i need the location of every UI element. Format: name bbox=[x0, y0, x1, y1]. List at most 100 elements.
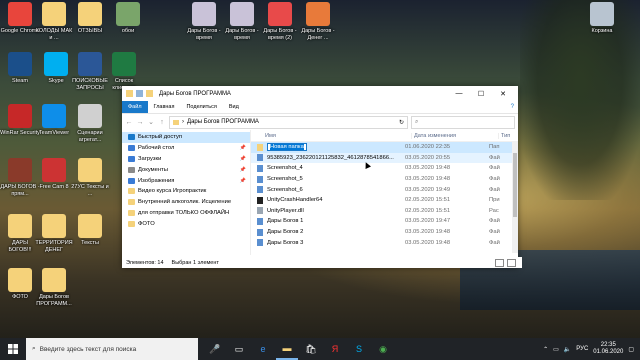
desktop-icon[interactable]: 27УС Тексты и ... bbox=[70, 158, 110, 197]
minimize-button[interactable]: — bbox=[448, 90, 470, 98]
wallpaper-trees bbox=[520, 0, 640, 200]
help-icon[interactable]: ? bbox=[511, 104, 518, 110]
nav-item[interactable]: Изображения 📌 bbox=[122, 175, 250, 186]
desktop-icon-label: Free Cam 8 bbox=[39, 184, 69, 190]
tab-view[interactable]: Вид bbox=[223, 101, 245, 113]
network-icon[interactable]: ▭ bbox=[553, 346, 559, 353]
desktop-shortcut-icon bbox=[116, 2, 140, 26]
file-row[interactable]: Дары Богов 2 03.05.2020 19:48 Фай bbox=[251, 227, 518, 238]
recent-locations-icon[interactable]: ⌄ bbox=[147, 118, 155, 126]
desktop-icon[interactable]: Free Cam 8 bbox=[34, 158, 74, 191]
file-row[interactable]: UnityCrashHandler64 02.05.2020 15:51 При bbox=[251, 195, 518, 206]
vertical-scrollbar[interactable] bbox=[512, 141, 518, 253]
file-row[interactable]: Дары Богов 3 03.05.2020 19:48 Фай bbox=[251, 237, 518, 248]
file-row[interactable]: 95385923_236220121125832_4612878541866..… bbox=[251, 152, 518, 164]
close-button[interactable]: ✕ bbox=[492, 90, 514, 98]
skype-icon[interactable]: S bbox=[348, 338, 370, 360]
file-row[interactable]: Screenshot_4 03.05.2020 19:48 Фай bbox=[251, 163, 518, 174]
desktop-icon[interactable]: Дары Богов - время bbox=[222, 2, 262, 41]
tab-share[interactable]: Поделиться bbox=[180, 101, 222, 113]
desktop-icon[interactable]: Дары Богов - время bbox=[184, 2, 224, 41]
nav-item[interactable]: Видео курса Игропрактик bbox=[122, 186, 250, 197]
refresh-icon[interactable]: ↻ bbox=[399, 119, 404, 126]
desktop-icon[interactable]: ОТЗЫВЫ bbox=[70, 2, 110, 35]
folder-icon[interactable] bbox=[126, 90, 133, 97]
desktop-shortcut-icon bbox=[78, 2, 102, 26]
nav-item[interactable]: Рабочий стол 📌 bbox=[122, 143, 250, 154]
file-type: Фай bbox=[489, 218, 500, 225]
desktop-icon[interactable]: Тексты bbox=[70, 214, 110, 247]
nav-item[interactable]: Документы 📌 bbox=[122, 164, 250, 175]
desktop-shortcut-icon bbox=[112, 52, 136, 76]
file-list: Имя Дата изменения Тип Новая папка 01.06.… bbox=[251, 130, 518, 255]
nav-item-label: Рабочий стол bbox=[138, 145, 175, 152]
up-arrow-icon[interactable]: ↑ bbox=[158, 119, 166, 126]
nav-item[interactable]: ФОТО bbox=[122, 218, 250, 229]
image-file-icon bbox=[257, 228, 263, 236]
image-file-icon bbox=[257, 164, 263, 172]
yandex-icon[interactable]: Я bbox=[324, 338, 346, 360]
nav-quick-access[interactable]: Быстрый доступ bbox=[122, 132, 250, 143]
desktop-icon[interactable]: Корзина bbox=[582, 2, 622, 35]
desktop-icon-label: Дары Богов - время bbox=[225, 28, 259, 41]
file-row[interactable]: Screenshot_5 03.05.2020 19:48 Фай bbox=[251, 174, 518, 185]
notifications-icon[interactable]: ▢ bbox=[628, 346, 634, 353]
column-name[interactable]: Имя bbox=[251, 133, 411, 139]
rename-input[interactable]: Новая папка bbox=[267, 143, 403, 152]
file-date: 02.05.2020 15:51 bbox=[405, 197, 451, 204]
store-icon[interactable]: 🛍 bbox=[300, 338, 322, 360]
desktop-icon[interactable]: Дары Богов - время (2) bbox=[260, 2, 300, 41]
new-folder-icon[interactable] bbox=[146, 90, 153, 97]
nav-item[interactable]: Внутренний алкоголик. Исцеление bbox=[122, 197, 250, 208]
nav-item[interactable]: Загрузки 📌 bbox=[122, 154, 250, 165]
tab-home[interactable]: Главная bbox=[148, 101, 181, 113]
volume-icon[interactable]: 🔈 bbox=[564, 346, 571, 353]
chevron-up-icon[interactable]: ⌃ bbox=[543, 346, 548, 353]
desktop-icon-label: 27УС Тексты и ... bbox=[71, 184, 109, 197]
start-button[interactable] bbox=[0, 338, 26, 360]
forward-arrow-icon[interactable]: → bbox=[136, 119, 144, 126]
nav-item-label: Видео курса Игропрактик bbox=[138, 188, 207, 195]
file-row[interactable]: UnityPlayer.dll 02.05.2020 15:51 Рас bbox=[251, 206, 518, 217]
language-indicator[interactable]: РУС bbox=[576, 346, 588, 352]
tab-file[interactable]: Файл bbox=[122, 101, 148, 113]
back-arrow-icon[interactable]: ← bbox=[125, 119, 133, 126]
desktop-icon[interactable]: КОЛОДЫ МАК и ... bbox=[34, 2, 74, 41]
file-date: 02.05.2020 15:51 bbox=[405, 207, 451, 214]
desktop-icon[interactable]: обои bbox=[108, 2, 148, 35]
task-view-icon[interactable]: ▭ bbox=[228, 338, 250, 360]
clock[interactable]: 22:35 01.06.2020 bbox=[593, 342, 623, 356]
file-date: 01.06.2020 22:35 bbox=[405, 144, 451, 151]
image-file-icon bbox=[257, 186, 263, 194]
desktop-icon[interactable]: Дары Богов - Денег ... bbox=[298, 2, 338, 41]
scrollbar-thumb[interactable] bbox=[513, 153, 517, 217]
desktop-icon[interactable]: Сценарии агрегат... bbox=[70, 104, 110, 143]
nav-item[interactable]: для отправки ТОЛЬКО ОФФЛАЙН bbox=[122, 208, 250, 219]
column-type[interactable]: Тип bbox=[498, 132, 510, 139]
edge-icon[interactable]: e bbox=[252, 338, 274, 360]
folder-icon bbox=[128, 220, 135, 227]
properties-icon[interactable] bbox=[136, 90, 143, 97]
taskbar-search-input[interactable]: ⌕ Введите здесь текст для поиска bbox=[26, 338, 198, 360]
desktop-icon[interactable]: Steam bbox=[0, 52, 40, 85]
file-row[interactable]: Новая папка 01.06.2020 22:35 Пап bbox=[251, 142, 518, 153]
search-input[interactable]: ⌕ bbox=[411, 115, 515, 129]
maximize-button[interactable]: ☐ bbox=[470, 90, 492, 98]
nav-item-label: ФОТО bbox=[138, 220, 155, 227]
microphone-icon[interactable]: 🎤 bbox=[204, 338, 226, 360]
desktop-icon[interactable]: Дары Богов ПРОГРАММ... bbox=[34, 268, 74, 307]
file-type: Фай bbox=[489, 229, 500, 236]
column-date[interactable]: Дата изменения bbox=[411, 132, 498, 139]
file-row[interactable]: Screenshot_6 03.05.2020 19:49 Фай bbox=[251, 184, 518, 195]
desktop-shortcut-icon bbox=[42, 158, 66, 182]
desktop-icon-label: Тексты bbox=[81, 240, 99, 246]
chrome-icon[interactable]: ◉ bbox=[372, 338, 394, 360]
file-row[interactable]: Дары Богов 1 03.05.2020 19:47 Фай bbox=[251, 216, 518, 227]
desktop-shortcut-icon bbox=[306, 2, 330, 26]
file-explorer-icon[interactable]: ▬ bbox=[276, 338, 298, 360]
address-bar[interactable]: › Дары Богов ПРОГРАММА ↻ bbox=[169, 115, 408, 129]
large-icons-view-icon[interactable] bbox=[507, 258, 516, 267]
desktop-icon[interactable]: ТЕРРИТОРИЯ ДЕНЕГ bbox=[34, 214, 74, 253]
desktop-icon[interactable]: TeamViewer bbox=[34, 104, 74, 137]
details-view-icon[interactable] bbox=[495, 258, 504, 267]
